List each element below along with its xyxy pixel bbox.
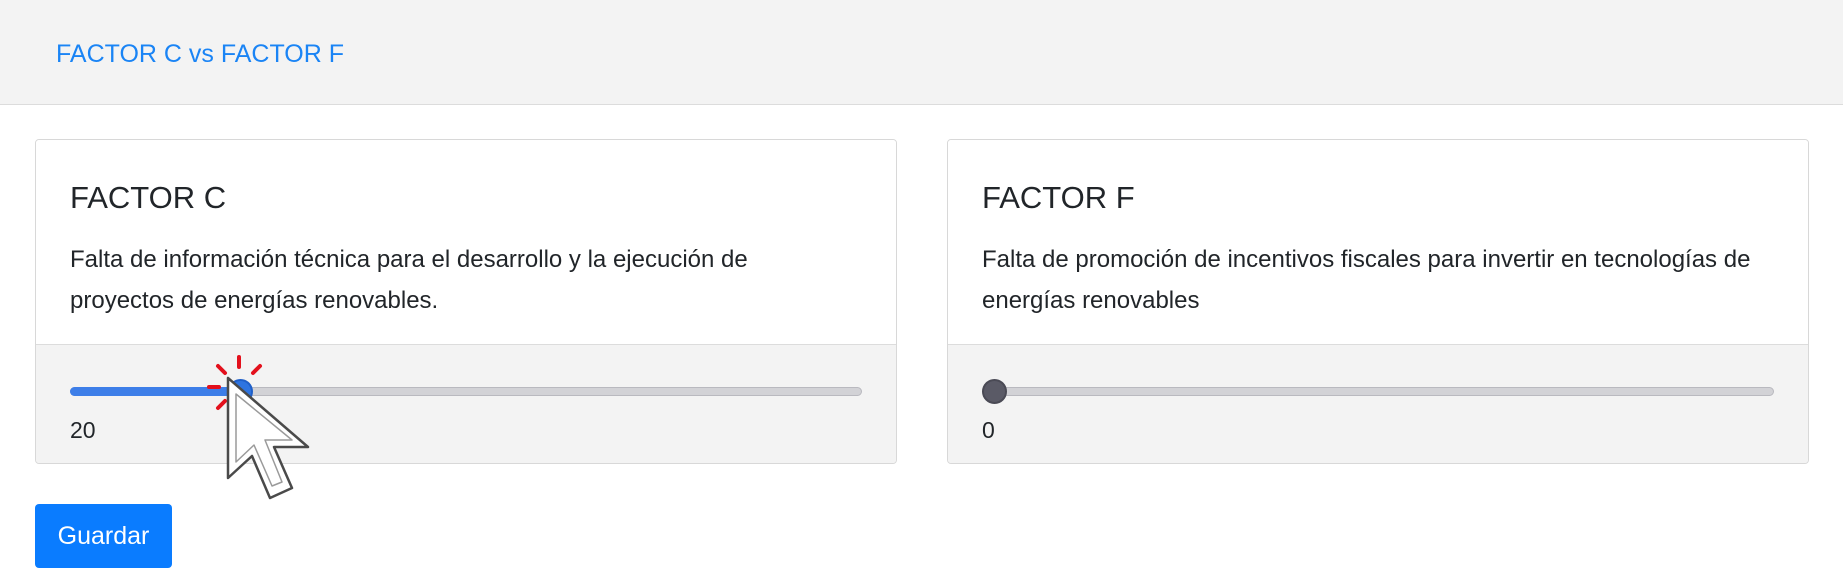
factor-f-card: FACTOR F Falta de promoción de incentivo… <box>947 139 1809 464</box>
save-button[interactable]: Guardar <box>35 504 172 568</box>
factor-c-card-body: FACTOR C Falta de información técnica pa… <box>36 140 896 347</box>
factor-f-slider-thumb[interactable] <box>982 379 1007 404</box>
factor-c-slider[interactable] <box>70 377 862 405</box>
factor-c-card: FACTOR C Falta de información técnica pa… <box>35 139 897 464</box>
page-title-link[interactable]: FACTOR C vs FACTOR F <box>56 40 344 69</box>
factor-f-heading: FACTOR F <box>982 180 1135 215</box>
factor-f-slider-track[interactable] <box>982 387 1774 396</box>
factor-c-heading: FACTOR C <box>70 180 227 215</box>
factor-f-card-body: FACTOR F Falta de promoción de incentivo… <box>948 140 1808 347</box>
factor-f-value: 0 <box>982 417 995 443</box>
factor-f-card-footer: 0 <box>948 344 1808 463</box>
factor-c-card-footer: 20 <box>36 344 896 463</box>
factor-c-description: Falta de información técnica para el des… <box>70 246 748 314</box>
factor-c-slider-fill <box>70 387 229 396</box>
top-navbar: FACTOR C vs FACTOR F <box>0 0 1843 105</box>
factor-c-slider-thumb[interactable] <box>228 379 254 404</box>
factor-f-slider[interactable] <box>982 377 1774 405</box>
factor-c-value: 20 <box>70 417 96 443</box>
factor-f-description: Falta de promoción de incentivos fiscale… <box>982 246 1751 314</box>
